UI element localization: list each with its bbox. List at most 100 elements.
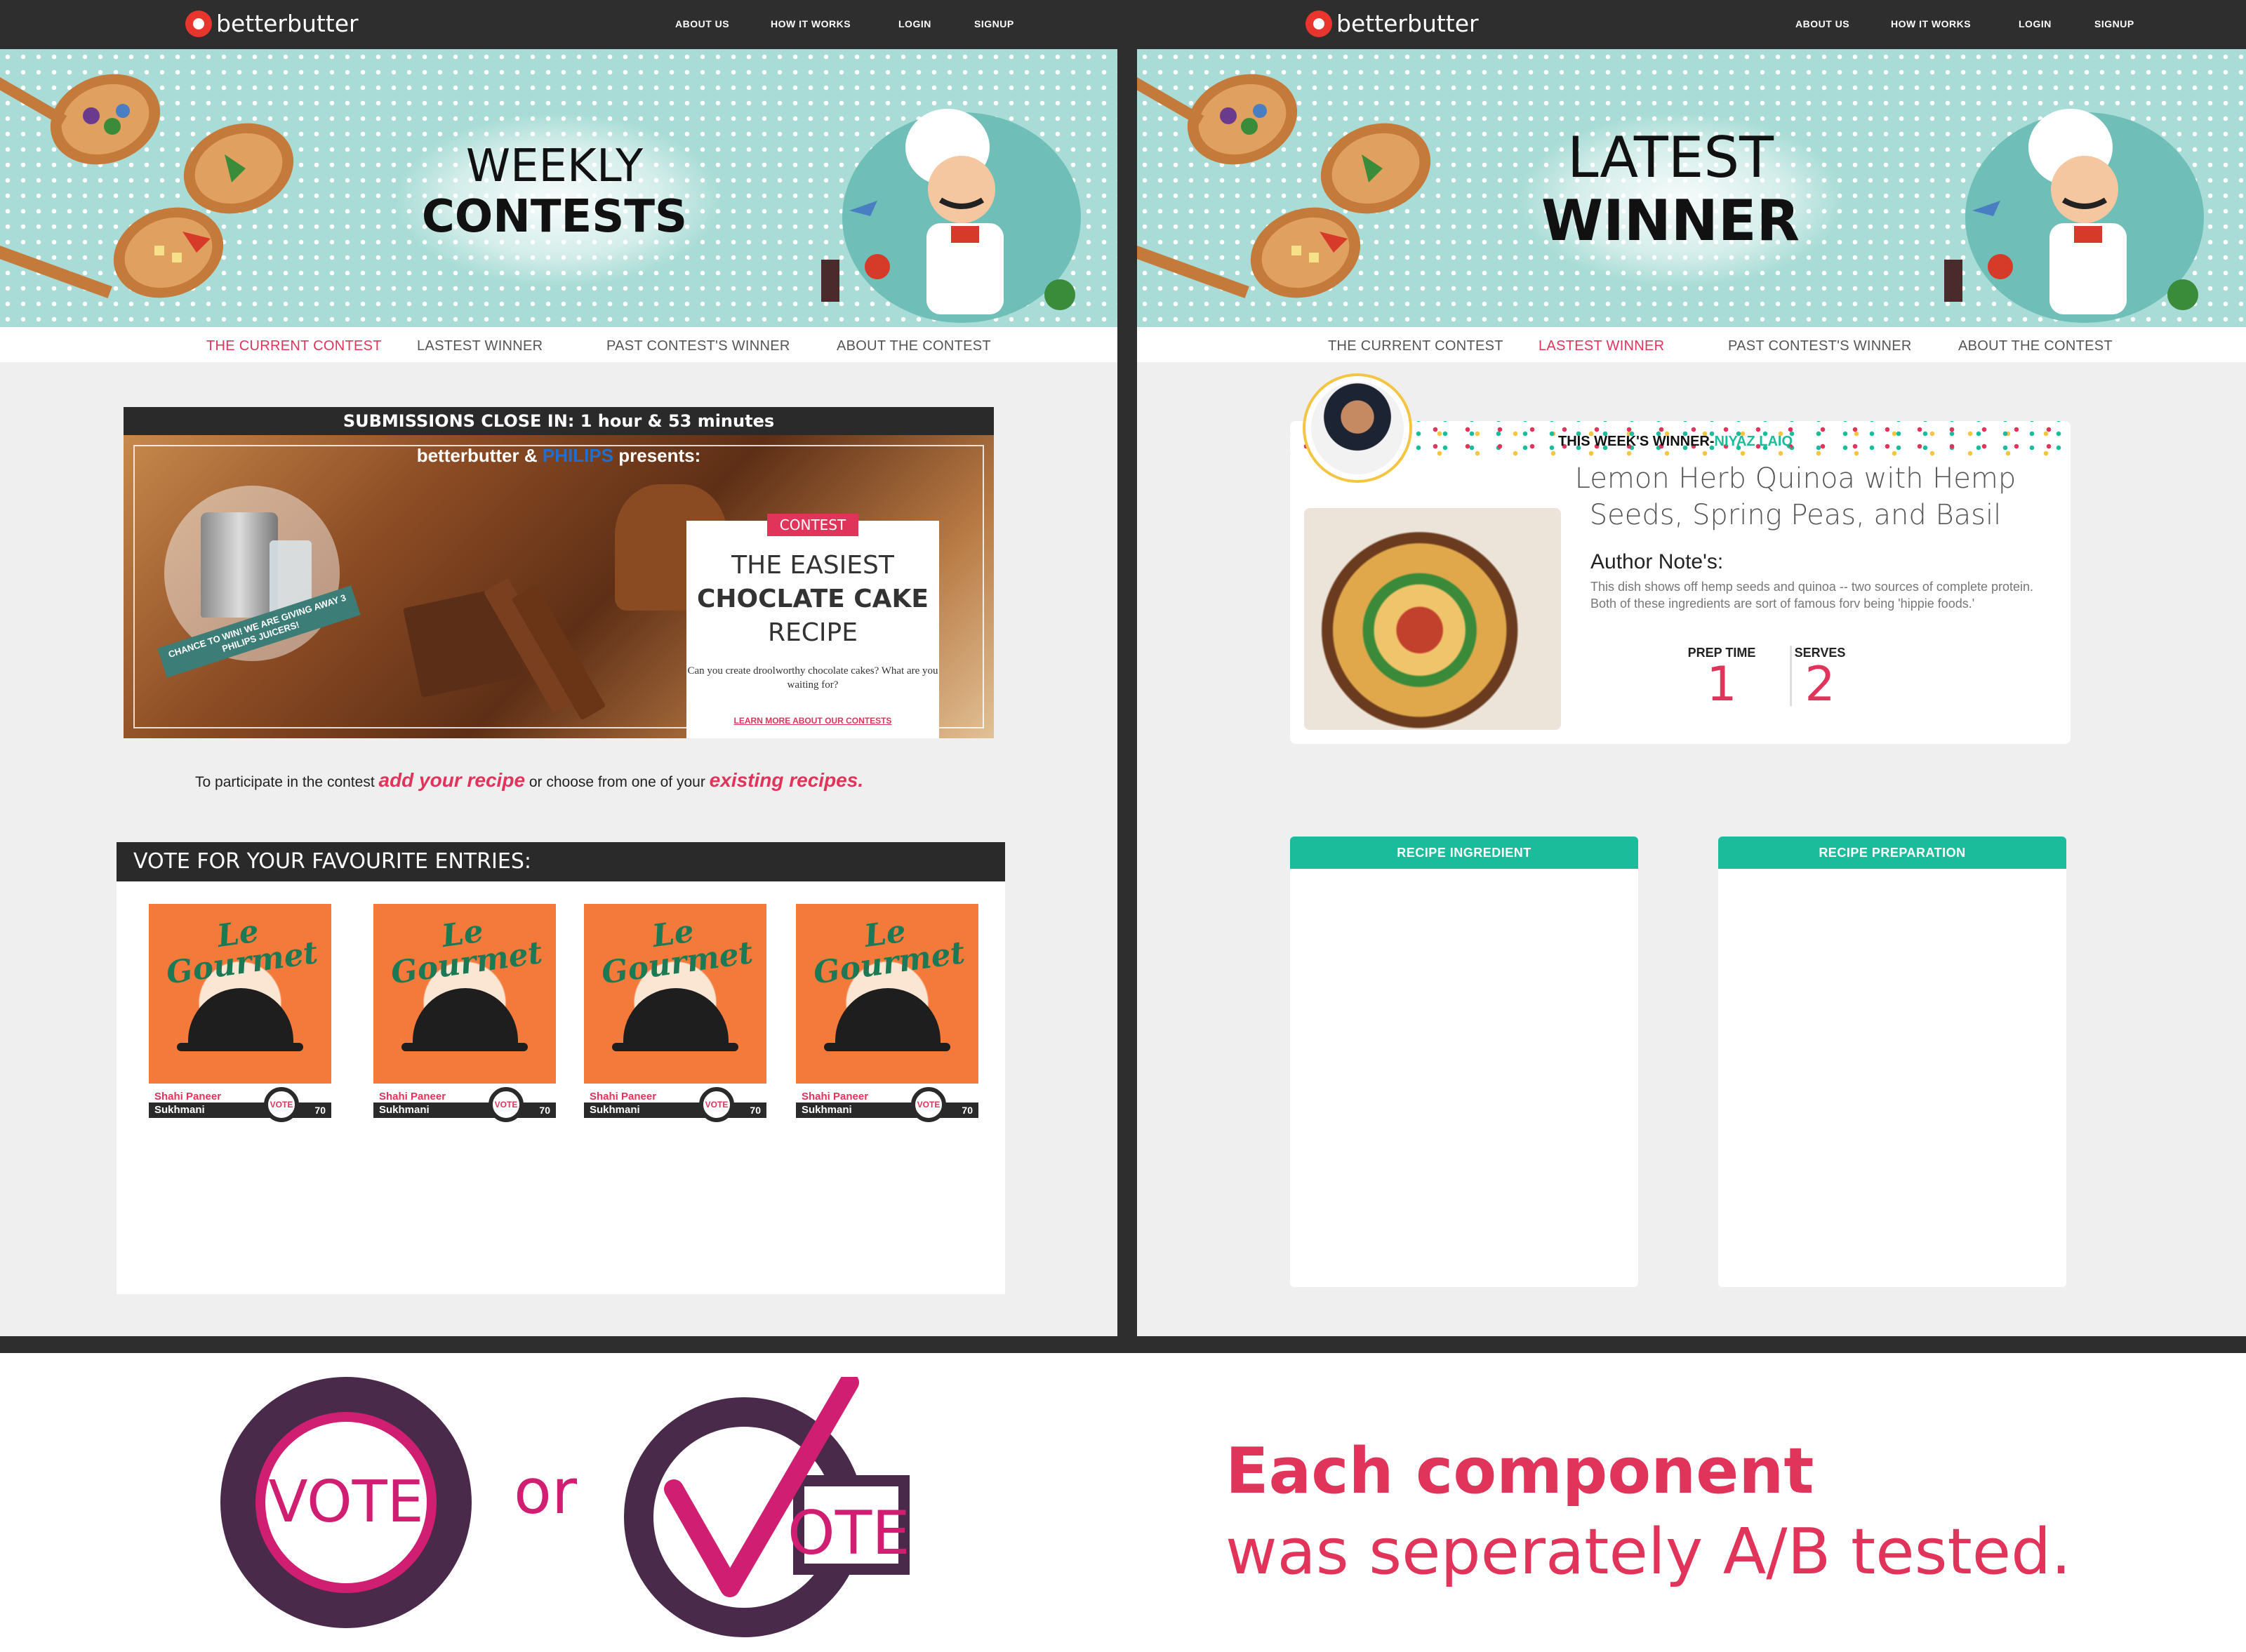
banner-brand-betterbutter: betterbutter <box>416 445 519 466</box>
contest-banner-block: SUBMISSIONS CLOSE IN: 1 hour & 53 minute… <box>124 407 994 738</box>
logo-text: betterbutter <box>1336 10 1479 37</box>
serves-value: 2 <box>1805 657 1835 712</box>
entry-author: Sukhmani <box>379 1104 430 1116</box>
recipe-ingredient-panel: RECIPE INGREDIENT <box>1290 837 1638 1287</box>
entry-image: Le Gourmet <box>373 904 556 1084</box>
juicer-image <box>201 512 278 618</box>
serves-stat: SERVES 2 <box>1781 646 1859 710</box>
nav-about-us[interactable]: ABOUT US <box>1795 18 1891 29</box>
vote-count: 70 <box>539 1105 550 1116</box>
spoons-illustration <box>1137 74 1431 299</box>
tab-current-contest[interactable]: THE CURRENT CONTEST <box>206 338 382 354</box>
entry-image: Le Gourmet <box>149 904 331 1084</box>
banner-presents-text: presents: <box>618 445 701 466</box>
nav-how-it-works[interactable]: HOW IT WORKS <box>1891 18 2019 29</box>
entry-image-title: Le Gourmet <box>599 913 755 992</box>
hero-title-line2: WINNER <box>1541 187 1800 253</box>
hero-banner: LATEST WINNER <box>1137 49 2246 327</box>
chef-illustration <box>1944 109 2204 323</box>
prep-time-stat: PREP TIME 1 <box>1676 646 1767 710</box>
vote-button[interactable]: VOTE <box>489 1087 524 1122</box>
nav-login[interactable]: LOGIN <box>898 18 974 29</box>
nav-how-it-works[interactable]: HOW IT WORKS <box>771 18 898 29</box>
nav-login[interactable]: LOGIN <box>2019 18 2094 29</box>
entry-meta: Sukhmani VOTE 70 <box>149 1087 331 1122</box>
hero-title-line2: CONTESTS <box>421 190 688 243</box>
vote-entries-box: VOTE FOR YOUR FAVOURITE ENTRIES: Le Gour… <box>117 842 1005 1294</box>
recipe-preparation-header[interactable]: RECIPE PREPARATION <box>1718 837 2066 869</box>
entry-meta: Sukhmani VOTE 70 <box>796 1087 978 1122</box>
contest-tag: CONTEST <box>766 514 859 536</box>
entry-card[interactable]: Le Gourmet Shahi Paneer Sukhmani VOTE 70 <box>584 904 766 1122</box>
banner-brand-philips: PHILIPS <box>542 445 613 466</box>
contest-banner[interactable]: betterbutter & PHILIPS presents: CHANCE … <box>124 435 994 738</box>
tab-about-contest[interactable]: ABOUT THE CONTEST <box>837 338 991 354</box>
vote-variant-b-label: OTE <box>788 1498 910 1568</box>
nav-links: ABOUT US HOW IT WORKS LOGIN SIGNUP <box>1795 18 2134 29</box>
tray-icon <box>824 1043 950 1051</box>
winner-prefix: THIS WEEK'S WINNER- <box>1558 434 1715 449</box>
entry-name: Shahi Paneer <box>379 1091 446 1103</box>
participate-line: To participate in the contest add your r… <box>0 769 1117 792</box>
entry-name: Shahi Paneer <box>154 1091 222 1103</box>
tray-icon <box>401 1043 528 1051</box>
latest-winner-screen: betterbutter ABOUT US HOW IT WORKS LOGIN… <box>1137 0 2246 1336</box>
add-recipe-link[interactable]: add your recipe <box>379 769 526 791</box>
recipe-photo[interactable] <box>1304 508 1561 730</box>
vote-count: 70 <box>750 1105 761 1116</box>
caption-line2: was seperately A/B tested. <box>1225 1515 2071 1589</box>
entry-image-title: Le Gourmet <box>811 913 967 992</box>
entry-card[interactable]: Le Gourmet Shahi Paneer Sukhmani VOTE 70 <box>149 904 331 1122</box>
logo[interactable]: betterbutter <box>185 10 359 37</box>
entry-name: Shahi Paneer <box>590 1091 657 1103</box>
tab-past-winner[interactable]: PAST CONTEST'S WINNER <box>1728 338 1912 354</box>
ab-test-caption: VOTE or OTE Each component was seperatel… <box>0 1353 2246 1652</box>
tab-current-contest[interactable]: THE CURRENT CONTEST <box>1328 338 1503 354</box>
contest-card: CONTEST THE EASIEST CHOCLATE CAKE RECIPE… <box>686 514 939 738</box>
entry-image-title: Le Gourmet <box>164 913 320 992</box>
winner-label: THIS WEEK'S WINNER-NIYAZ LAIQ <box>1558 434 1793 450</box>
caption-line1: Each component <box>1225 1434 1814 1508</box>
entry-author: Sukhmani <box>590 1104 640 1116</box>
banner-amp: & <box>524 445 538 466</box>
existing-recipes-link[interactable]: existing recipes. <box>710 769 863 791</box>
recipe-preparation-panel: RECIPE PREPARATION <box>1718 837 2066 1287</box>
winner-name[interactable]: NIYAZ LAIQ <box>1715 434 1793 449</box>
entry-author: Sukhmani <box>802 1104 852 1116</box>
recipe-ingredient-header[interactable]: RECIPE INGREDIENT <box>1290 837 1638 869</box>
vote-button[interactable]: VOTE <box>699 1087 734 1122</box>
tab-about-contest[interactable]: ABOUT THE CONTEST <box>1958 338 2113 354</box>
spoons-illustration <box>0 74 294 299</box>
entry-card[interactable]: Le Gourmet Shahi Paneer Sukhmani VOTE 70 <box>796 904 978 1122</box>
logo-icon <box>1305 10 1332 37</box>
entry-meta: Sukhmani VOTE 70 <box>584 1087 766 1122</box>
participate-mid: or choose from one of your <box>529 774 705 790</box>
nav-signup[interactable]: SIGNUP <box>2094 18 2134 29</box>
cloche-icon <box>413 988 518 1044</box>
nav-about-us[interactable]: ABOUT US <box>675 18 771 29</box>
entry-author: Sukhmani <box>154 1104 205 1116</box>
vote-count: 70 <box>962 1105 973 1116</box>
contest-title-line3: RECIPE <box>768 618 858 647</box>
tab-latest-winner[interactable]: LASTEST WINNER <box>417 338 543 354</box>
top-navbar: betterbutter ABOUT US HOW IT WORKS LOGIN… <box>0 0 1117 49</box>
vote-button[interactable]: VOTE <box>911 1087 946 1122</box>
recipe-title[interactable]: Lemon Herb Quinoa with Hemp Seeds, Sprin… <box>1529 460 2062 533</box>
tab-past-winner[interactable]: PAST CONTEST'S WINNER <box>606 338 790 354</box>
learn-more-link[interactable]: LEARN MORE ABOUT OUR CONTESTS <box>686 716 939 726</box>
author-note-heading: Author Note's: <box>1590 550 1724 573</box>
logo[interactable]: betterbutter <box>1305 10 1479 37</box>
hero-title-line1: WEEKLY <box>465 140 644 192</box>
countdown-timer: SUBMISSIONS CLOSE IN: 1 hour & 53 minute… <box>343 411 775 431</box>
entry-card[interactable]: Le Gourmet Shahi Paneer Sukhmani VOTE 70 <box>373 904 556 1122</box>
contest-title-line2: CHOCLATE CAKE <box>696 585 929 613</box>
vote-button[interactable]: VOTE <box>264 1087 299 1122</box>
vote-variant-b-icon: OTE <box>624 1377 910 1637</box>
tab-latest-winner[interactable]: LASTEST WINNER <box>1539 338 1664 354</box>
nav-signup[interactable]: SIGNUP <box>974 18 1014 29</box>
winner-avatar[interactable] <box>1305 376 1409 480</box>
entry-image: Le Gourmet <box>796 904 978 1084</box>
or-text: or <box>514 1456 578 1528</box>
weekly-contests-screen: betterbutter ABOUT US HOW IT WORKS LOGIN… <box>0 0 1117 1336</box>
prep-time-value: 1 <box>1706 657 1737 712</box>
